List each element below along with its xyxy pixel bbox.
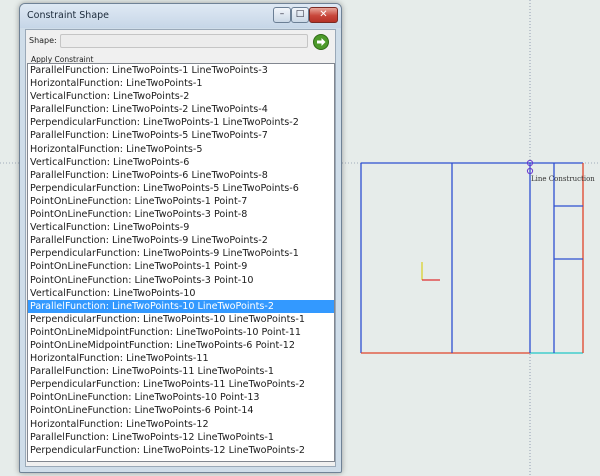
shape-input[interactable] bbox=[60, 34, 308, 48]
constraint-list-item[interactable]: ParallelFunction: LineTwoPoints-5 LineTw… bbox=[28, 129, 334, 142]
constraint-list-item[interactable]: ParallelFunction: LineTwoPoints-1 LineTw… bbox=[28, 64, 334, 77]
constraint-list-item[interactable]: PointOnLineMidpointFunction: LineTwoPoin… bbox=[28, 339, 334, 352]
constraint-list-item[interactable]: HorizontalFunction: LineTwoPoints-1 bbox=[28, 77, 334, 90]
window-title: Constraint Shape bbox=[27, 10, 110, 21]
constraint-list-item[interactable]: ParallelFunction: LineTwoPoints-2 LineTw… bbox=[28, 103, 334, 116]
minimize-button[interactable]: – bbox=[273, 7, 291, 23]
constraint-list-item[interactable]: ParallelFunction: LineTwoPoints-10 LineT… bbox=[28, 299, 334, 313]
constraint-list-item[interactable]: VerticalFunction: LineTwoPoints-9 bbox=[28, 221, 334, 234]
constraint-list-item[interactable]: PointOnLineFunction: LineTwoPoints-3 Poi… bbox=[28, 274, 334, 287]
constraint-list-item[interactable]: PerpendicularFunction: LineTwoPoints-11 … bbox=[28, 378, 334, 391]
title-bar[interactable]: Constraint Shape – □ ✕ bbox=[20, 4, 341, 28]
constraint-list-item[interactable]: PerpendicularFunction: LineTwoPoints-9 L… bbox=[28, 247, 334, 260]
line-construction-label: Line Construction bbox=[531, 175, 595, 183]
dialog-body: Shape: Apply Constraint ParallelFunction… bbox=[25, 29, 336, 467]
green-arrow-right-icon[interactable] bbox=[313, 34, 329, 50]
constraint-list-item[interactable]: VerticalFunction: LineTwoPoints-2 bbox=[28, 90, 334, 103]
constraint-list-item[interactable]: PerpendicularFunction: LineTwoPoints-1 L… bbox=[28, 116, 334, 129]
constraint-list-item[interactable]: PointOnLineFunction: LineTwoPoints-1 Poi… bbox=[28, 260, 334, 273]
constraint-list-item[interactable]: ParallelFunction: LineTwoPoints-9 LineTw… bbox=[28, 234, 334, 247]
constraint-list-item[interactable]: PerpendicularFunction: LineTwoPoints-12 … bbox=[28, 444, 334, 457]
constraint-shape-dialog: Constraint Shape – □ ✕ Shape: Apply Cons… bbox=[19, 3, 342, 473]
constraint-list-item[interactable]: HorizontalFunction: LineTwoPoints-11 bbox=[28, 352, 334, 365]
constraint-list-item[interactable]: VerticalFunction: LineTwoPoints-10 bbox=[28, 287, 334, 300]
constraint-list-item[interactable]: PointOnLineFunction: LineTwoPoints-1 Poi… bbox=[28, 195, 334, 208]
constraint-list-item[interactable]: PerpendicularFunction: LineTwoPoints-5 L… bbox=[28, 182, 334, 195]
constraint-list-item[interactable]: ParallelFunction: LineTwoPoints-6 LineTw… bbox=[28, 169, 334, 182]
constraint-list-item[interactable]: ParallelFunction: LineTwoPoints-12 LineT… bbox=[28, 431, 334, 444]
constraint-list-item[interactable]: PointOnLineMidpointFunction: LineTwoPoin… bbox=[28, 326, 334, 339]
constraint-list-item[interactable]: ParallelFunction: LineTwoPoints-11 LineT… bbox=[28, 365, 334, 378]
constraint-list-item[interactable]: PointOnLineFunction: LineTwoPoints-3 Poi… bbox=[28, 208, 334, 221]
shape-label: Shape: bbox=[29, 36, 57, 45]
constraint-list-item[interactable]: HorizontalFunction: LineTwoPoints-12 bbox=[28, 418, 334, 431]
constraint-list[interactable]: ParallelFunction: LineTwoPoints-1 LineTw… bbox=[27, 63, 335, 462]
constraint-list-item[interactable]: PointOnLineFunction: LineTwoPoints-6 Poi… bbox=[28, 404, 334, 417]
maximize-button[interactable]: □ bbox=[291, 7, 309, 23]
close-button[interactable]: ✕ bbox=[309, 7, 338, 23]
constraint-list-item[interactable]: HorizontalFunction: LineTwoPoints-5 bbox=[28, 143, 334, 156]
constraint-list-item[interactable]: VerticalFunction: LineTwoPoints-6 bbox=[28, 156, 334, 169]
constraint-list-item[interactable]: PerpendicularFunction: LineTwoPoints-10 … bbox=[28, 313, 334, 326]
constraint-list-item[interactable]: PointOnLineFunction: LineTwoPoints-10 Po… bbox=[28, 391, 334, 404]
